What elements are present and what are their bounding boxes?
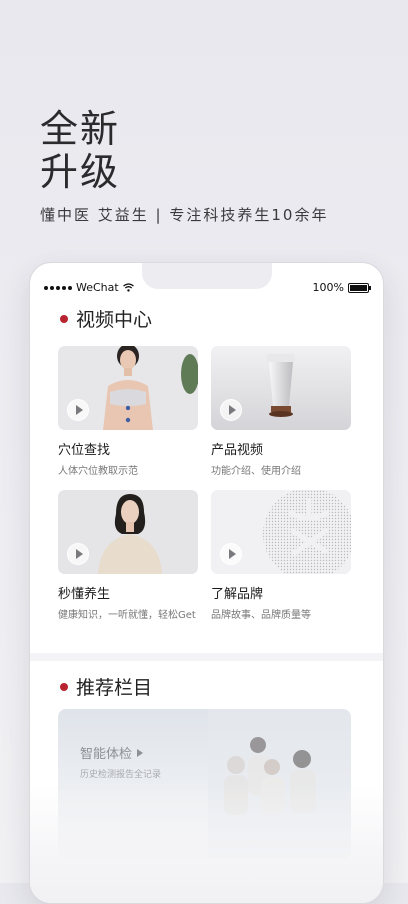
carrier-label: WeChat (76, 281, 119, 294)
red-dot-icon (60, 682, 68, 691)
hero-title-line1: 全新 (40, 107, 121, 151)
video-card-health[interactable]: 秒懂养生 健康知识，一听就懂，轻松Get (58, 490, 198, 621)
section-title-recommend: 推荐栏目 (60, 673, 152, 700)
red-dot-icon (60, 314, 68, 323)
play-icon[interactable] (220, 543, 242, 565)
banner-subtitle: 历史检测报告全记录 (80, 770, 162, 780)
hero-title-line2: 升级 (40, 150, 121, 194)
section-title-video-center: 视频中心 (60, 305, 152, 332)
hero-subtitle: 懂中医 艾益生 | 专注科技养生10余年 (40, 206, 329, 224)
card-desc: 人体穴位教取示范 (58, 466, 138, 477)
card-title: 产品视频 (211, 443, 264, 458)
wifi-icon (122, 283, 134, 292)
video-thumbnail[interactable] (211, 346, 351, 430)
video-card-product[interactable]: 产品视频 功能介绍、使用介绍 (211, 346, 351, 477)
hero-title: 全新 升级 (40, 108, 120, 194)
video-thumbnail[interactable] (211, 490, 351, 574)
video-thumbnail[interactable] (58, 490, 198, 574)
section-divider (30, 653, 383, 661)
phone-mockup: WeChat 100% 视频中心 穴位查找 人体穴位教取示范 产品视频 功能介绍… (29, 262, 384, 904)
signal-icon (44, 285, 72, 290)
card-title: 了解品牌 (211, 587, 264, 602)
play-icon[interactable] (67, 399, 89, 421)
arrow-right-icon (137, 748, 144, 757)
card-desc: 功能介绍、使用介绍 (211, 466, 301, 477)
card-title: 秒懂养生 (58, 587, 111, 602)
recommend-title: 推荐栏目 (76, 677, 153, 699)
card-desc: 品牌故事、品牌质量等 (211, 610, 311, 621)
video-thumbnail[interactable] (58, 346, 198, 430)
family-group-image (208, 709, 351, 859)
banner-title: 智能体检 (80, 743, 144, 762)
video-card-acupoint[interactable]: 穴位查找 人体穴位教取示范 (58, 346, 198, 477)
card-title: 穴位查找 (58, 443, 111, 458)
play-icon[interactable] (67, 543, 89, 565)
card-desc: 健康知识，一听就懂，轻松Get (58, 610, 196, 621)
play-icon[interactable] (220, 399, 242, 421)
video-card-brand[interactable]: 了解品牌 品牌故事、品牌质量等 (211, 490, 351, 621)
battery-label: 100% (312, 281, 344, 294)
status-right: 100% (312, 281, 371, 294)
banner-title-text: 智能体检 (80, 747, 133, 762)
status-bar: WeChat 100% (44, 281, 371, 297)
battery-icon (348, 282, 371, 293)
video-center-title: 视频中心 (76, 309, 153, 331)
status-left: WeChat (44, 281, 134, 294)
recommend-banner-checkup[interactable]: 智能体检 历史检测报告全记录 (58, 709, 351, 859)
